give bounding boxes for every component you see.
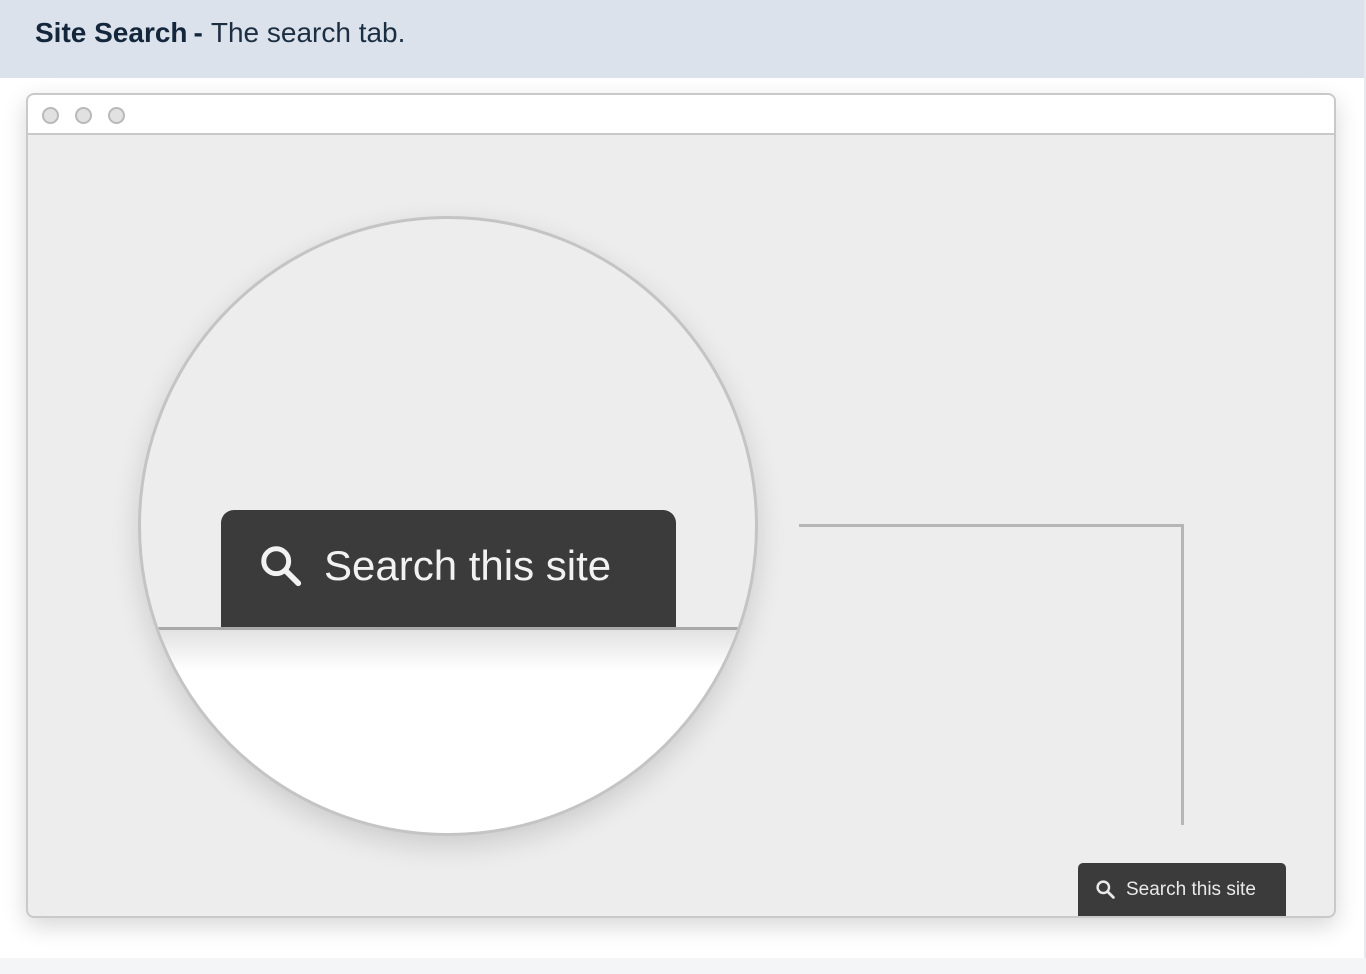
caption-title: Site Search (35, 17, 188, 48)
caption-bar: Site Search - The search tab. (0, 0, 1366, 78)
connector-line-horizontal (799, 524, 1184, 527)
search-icon (1096, 880, 1115, 899)
connector-line-vertical (1181, 524, 1184, 825)
magnifier-footer-shadow (141, 630, 755, 670)
magnifier-page-footer (141, 627, 755, 833)
window-dot-3 (108, 107, 125, 124)
magnifier-circle: Search this site (138, 216, 758, 836)
window-dot-1 (42, 107, 59, 124)
search-tab[interactable]: Search this site (1078, 863, 1286, 916)
browser-window-illustration: Search this site Search this site (26, 93, 1336, 918)
caption-separator: - (193, 17, 203, 48)
window-dot-2 (75, 107, 92, 124)
magnified-search-tab-label: Search this site (324, 542, 612, 589)
browser-titlebar (28, 95, 1334, 135)
search-icon (261, 546, 302, 587)
page-bottom-edge (0, 958, 1366, 974)
caption-description: The search tab. (210, 17, 406, 48)
search-tab-label: Search this site (1126, 878, 1256, 900)
magnified-search-tab: Search this site (221, 510, 676, 627)
